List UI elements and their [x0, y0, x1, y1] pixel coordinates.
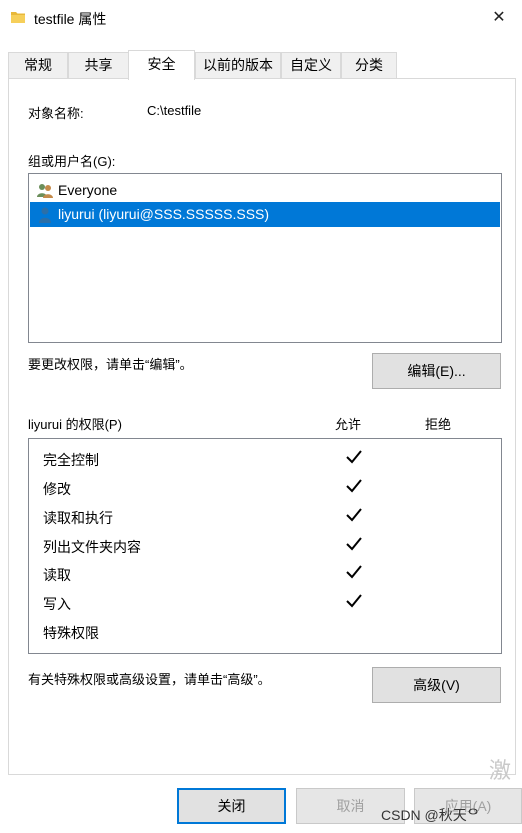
advanced-button[interactable]: 高级(V) [372, 667, 501, 703]
csdn-watermark: CSDN @秋天ᄋ [381, 807, 480, 823]
window-title: testfile 属性 [34, 11, 107, 27]
advanced-hint: 有关特殊权限或高级设置，请单击“高级”。 [28, 672, 271, 687]
permission-name: 读取和执行 [43, 510, 113, 526]
permission-row: 写入 [43, 589, 493, 617]
tab-label: 常规 [24, 57, 52, 73]
permission-name: 修改 [43, 481, 71, 497]
check-icon [346, 508, 362, 522]
security-panel: 对象名称: C:\testfile 组或用户名(G): Everyone liy… [8, 78, 516, 815]
check-icon [346, 537, 362, 551]
tab-security[interactable]: 安全 [128, 50, 195, 80]
user-icon [39, 207, 51, 223]
tab-label: 共享 [84, 57, 113, 73]
close-window-button[interactable]: ✕ [476, 0, 522, 34]
permission-row: 读取 [43, 560, 493, 588]
check-icon [346, 594, 362, 608]
permission-row: 列出文件夹内容 [43, 532, 493, 560]
list-item-everyone[interactable]: Everyone [30, 178, 500, 203]
tab-sharing[interactable]: 共享 [68, 52, 129, 78]
deny-header: 拒绝 [425, 417, 452, 432]
permissions-list: 完全控制 修改 读取和执行 列出文件夹内容 读取 写入 特殊权限 [28, 438, 502, 654]
permissions-label: liyurui 的权限(P) [28, 417, 122, 432]
object-name-value: C:\testfile [147, 103, 202, 118]
object-name-label: 对象名称: [28, 106, 84, 121]
tab-previous-versions[interactable]: 以前的版本 [195, 52, 281, 78]
permission-row: 读取和执行 [43, 503, 493, 531]
permission-row: 完全控制 [43, 445, 493, 473]
title-bar: testfile 属性 ✕ [0, 0, 522, 36]
allow-header: 允许 [335, 417, 362, 432]
tab-label: 分类 [355, 57, 383, 73]
list-item-liyurui[interactable]: liyurui (liyurui@SSS.SSSSS.SSS) [30, 202, 500, 227]
tab-customize[interactable]: 自定义 [281, 52, 341, 78]
edit-hint: 要更改权限，请单击“编辑”。 [28, 357, 193, 372]
check-icon [346, 565, 362, 579]
user-name: liyurui (liyurui@SSS.SSSSS.SSS) [58, 206, 270, 222]
permission-name: 特殊权限 [43, 625, 99, 641]
tab-label: 自定义 [290, 57, 332, 73]
permission-name: 写入 [43, 596, 71, 612]
check-icon [346, 450, 362, 464]
edit-button[interactable]: 编辑(E)... [372, 353, 501, 389]
user-name: Everyone [58, 182, 118, 198]
permission-name: 列出文件夹内容 [43, 539, 141, 555]
close-icon: ✕ [492, 9, 506, 26]
tab-label: 以前的版本 [203, 57, 273, 73]
permission-name: 读取 [43, 567, 71, 583]
tab-classification[interactable]: 分类 [341, 52, 397, 78]
group-list-label: 组或用户名(G): [28, 154, 116, 169]
group-icon [37, 184, 53, 198]
permission-row: 修改 [43, 474, 493, 502]
tab-general[interactable]: 常规 [8, 52, 68, 78]
folder-icon [11, 12, 25, 23]
user-list[interactable]: Everyone liyurui (liyurui@SSS.SSSSS.SSS) [28, 173, 502, 343]
permission-row: 特殊权限 [43, 618, 493, 646]
close-button[interactable]: 关闭 [177, 788, 286, 824]
permission-name: 完全控制 [43, 452, 99, 468]
tab-label: 安全 [147, 56, 176, 72]
check-icon [346, 479, 362, 493]
